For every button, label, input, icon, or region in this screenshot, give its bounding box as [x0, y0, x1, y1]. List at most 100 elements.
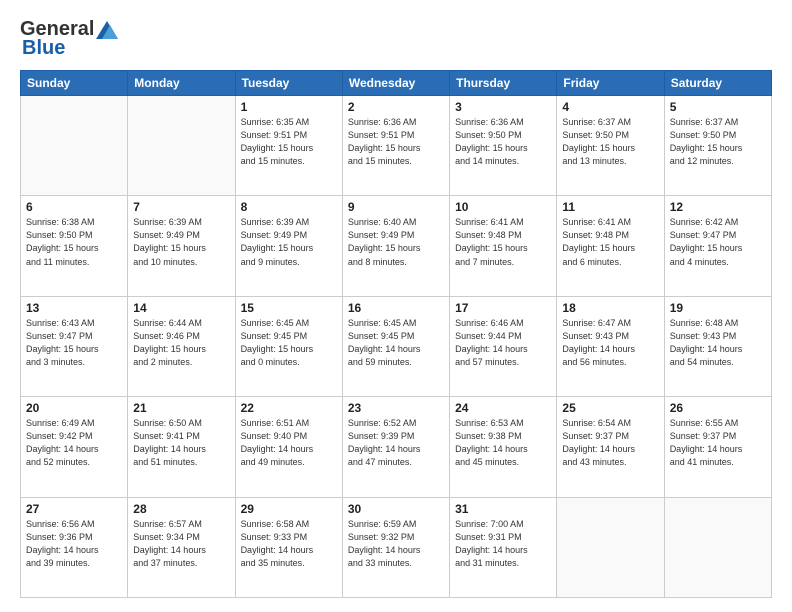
day-number: 1 — [241, 100, 337, 114]
day-info: Sunrise: 6:37 AM Sunset: 9:50 PM Dayligh… — [670, 116, 766, 168]
calendar-cell: 9 Sunrise: 6:40 AM Sunset: 9:49 PM Daylig… — [342, 196, 449, 296]
day-number: 12 — [670, 200, 766, 214]
calendar-cell: 14 Sunrise: 6:44 AM Sunset: 9:46 PM Dayli… — [128, 296, 235, 396]
day-number: 13 — [26, 301, 122, 315]
day-number: 16 — [348, 301, 444, 315]
calendar-cell: 7Sunrise: 6:39 AM Sunset: 9:49 PM Daylig… — [128, 196, 235, 296]
calendar-week-row: 13 Sunrise: 6:43 AM Sunset: 9:47 PM Dayli… — [21, 296, 772, 396]
page: General Blue SundayMondayTuesdayWednesda… — [0, 0, 792, 612]
day-info: Sunrise: 6:53 AM Sunset: 9:38 PM Dayligh… — [455, 417, 551, 469]
day-info: Sunrise: 6:45 AM Sunset: 9:45 PM Dayligh… — [241, 317, 337, 369]
day-info: Sunrise: 6:35 AM Sunset: 9:51 PM Dayligh… — [241, 116, 337, 168]
day-number: 15 — [241, 301, 337, 315]
weekday-header: Monday — [128, 71, 235, 96]
calendar-cell: 22Sunrise: 6:51 AM Sunset: 9:40 PM Dayli… — [235, 397, 342, 497]
day-info: Sunrise: 6:50 AM Sunset: 9:41 PM Dayligh… — [133, 417, 229, 469]
day-number: 22 — [241, 401, 337, 415]
calendar-table: SundayMondayTuesdayWednesdayThursdayFrid… — [20, 70, 772, 598]
weekday-header: Friday — [557, 71, 664, 96]
day-number: 14 — [133, 301, 229, 315]
weekday-header: Tuesday — [235, 71, 342, 96]
day-info: Sunrise: 7:00 AM Sunset: 9:31 PM Dayligh… — [455, 518, 551, 570]
calendar-cell — [664, 497, 771, 597]
calendar-cell: 26 Sunrise: 6:55 AM Sunset: 9:37 PM Dayli… — [664, 397, 771, 497]
day-info: Sunrise: 6:38 AM Sunset: 9:50 PM Dayligh… — [26, 216, 122, 268]
calendar-week-row: 6Sunrise: 6:38 AM Sunset: 9:50 PM Daylig… — [21, 196, 772, 296]
day-info: Sunrise: 6:42 AM Sunset: 9:47 PM Dayligh… — [670, 216, 766, 268]
day-info: Sunrise: 6:41 AM Sunset: 9:48 PM Dayligh… — [562, 216, 658, 268]
calendar-cell: 3 Sunrise: 6:36 AM Sunset: 9:50 PM Daylig… — [450, 96, 557, 196]
day-number: 24 — [455, 401, 551, 415]
calendar-cell: 5 Sunrise: 6:37 AM Sunset: 9:50 PM Daylig… — [664, 96, 771, 196]
calendar-cell: 18 Sunrise: 6:47 AM Sunset: 9:43 PM Dayli… — [557, 296, 664, 396]
day-number: 29 — [241, 502, 337, 516]
calendar-cell: 28 Sunrise: 6:57 AM Sunset: 9:34 PM Dayli… — [128, 497, 235, 597]
day-number: 26 — [670, 401, 766, 415]
calendar-cell: 12 Sunrise: 6:42 AM Sunset: 9:47 PM Dayli… — [664, 196, 771, 296]
day-info: Sunrise: 6:47 AM Sunset: 9:43 PM Dayligh… — [562, 317, 658, 369]
calendar-cell: 4Sunrise: 6:37 AM Sunset: 9:50 PM Daylig… — [557, 96, 664, 196]
day-info: Sunrise: 6:58 AM Sunset: 9:33 PM Dayligh… — [241, 518, 337, 570]
calendar-cell: 24 Sunrise: 6:53 AM Sunset: 9:38 PM Dayli… — [450, 397, 557, 497]
weekday-header: Saturday — [664, 71, 771, 96]
calendar-cell: 8Sunrise: 6:39 AM Sunset: 9:49 PM Daylig… — [235, 196, 342, 296]
calendar-cell: 10 Sunrise: 6:41 AM Sunset: 9:48 PM Dayli… — [450, 196, 557, 296]
calendar-cell: 6Sunrise: 6:38 AM Sunset: 9:50 PM Daylig… — [21, 196, 128, 296]
logo: General Blue — [20, 18, 118, 60]
day-info: Sunrise: 6:48 AM Sunset: 9:43 PM Dayligh… — [670, 317, 766, 369]
day-info: Sunrise: 6:43 AM Sunset: 9:47 PM Dayligh… — [26, 317, 122, 369]
day-info: Sunrise: 6:56 AM Sunset: 9:36 PM Dayligh… — [26, 518, 122, 570]
calendar-cell: 17 Sunrise: 6:46 AM Sunset: 9:44 PM Dayli… — [450, 296, 557, 396]
calendar-cell — [557, 497, 664, 597]
calendar-cell — [128, 96, 235, 196]
calendar-cell: 1 Sunrise: 6:35 AM Sunset: 9:51 PM Daylig… — [235, 96, 342, 196]
day-number: 18 — [562, 301, 658, 315]
calendar-cell: 25 Sunrise: 6:54 AM Sunset: 9:37 PM Dayli… — [557, 397, 664, 497]
day-number: 9 — [348, 200, 444, 214]
calendar-cell: 13 Sunrise: 6:43 AM Sunset: 9:47 PM Dayli… — [21, 296, 128, 396]
day-info: Sunrise: 6:36 AM Sunset: 9:50 PM Dayligh… — [455, 116, 551, 168]
day-number: 17 — [455, 301, 551, 315]
day-number: 23 — [348, 401, 444, 415]
day-info: Sunrise: 6:40 AM Sunset: 9:49 PM Dayligh… — [348, 216, 444, 268]
day-number: 3 — [455, 100, 551, 114]
calendar-cell: 30Sunrise: 6:59 AM Sunset: 9:32 PM Dayli… — [342, 497, 449, 597]
header: General Blue — [20, 18, 772, 60]
calendar-cell: 21 Sunrise: 6:50 AM Sunset: 9:41 PM Dayli… — [128, 397, 235, 497]
day-info: Sunrise: 6:37 AM Sunset: 9:50 PM Dayligh… — [562, 116, 658, 168]
day-info: Sunrise: 6:46 AM Sunset: 9:44 PM Dayligh… — [455, 317, 551, 369]
calendar-cell: 20 Sunrise: 6:49 AM Sunset: 9:42 PM Dayli… — [21, 397, 128, 497]
day-info: Sunrise: 6:39 AM Sunset: 9:49 PM Dayligh… — [133, 216, 229, 268]
day-number: 5 — [670, 100, 766, 114]
logo-blue-text: Blue — [20, 37, 65, 60]
day-number: 28 — [133, 502, 229, 516]
calendar-header-row: SundayMondayTuesdayWednesdayThursdayFrid… — [21, 71, 772, 96]
day-number: 27 — [26, 502, 122, 516]
day-number: 19 — [670, 301, 766, 315]
day-info: Sunrise: 6:45 AM Sunset: 9:45 PM Dayligh… — [348, 317, 444, 369]
day-info: Sunrise: 6:54 AM Sunset: 9:37 PM Dayligh… — [562, 417, 658, 469]
calendar-cell: 29 Sunrise: 6:58 AM Sunset: 9:33 PM Dayli… — [235, 497, 342, 597]
day-number: 10 — [455, 200, 551, 214]
day-number: 25 — [562, 401, 658, 415]
calendar-cell: 2 Sunrise: 6:36 AM Sunset: 9:51 PM Daylig… — [342, 96, 449, 196]
day-info: Sunrise: 6:44 AM Sunset: 9:46 PM Dayligh… — [133, 317, 229, 369]
day-info: Sunrise: 6:41 AM Sunset: 9:48 PM Dayligh… — [455, 216, 551, 268]
calendar-week-row: 27 Sunrise: 6:56 AM Sunset: 9:36 PM Dayli… — [21, 497, 772, 597]
day-number: 11 — [562, 200, 658, 214]
day-number: 20 — [26, 401, 122, 415]
day-number: 2 — [348, 100, 444, 114]
weekday-header: Thursday — [450, 71, 557, 96]
day-info: Sunrise: 6:57 AM Sunset: 9:34 PM Dayligh… — [133, 518, 229, 570]
day-info: Sunrise: 6:52 AM Sunset: 9:39 PM Dayligh… — [348, 417, 444, 469]
day-info: Sunrise: 6:36 AM Sunset: 9:51 PM Dayligh… — [348, 116, 444, 168]
day-number: 31 — [455, 502, 551, 516]
calendar-cell: 16 Sunrise: 6:45 AM Sunset: 9:45 PM Dayli… — [342, 296, 449, 396]
day-info: Sunrise: 6:55 AM Sunset: 9:37 PM Dayligh… — [670, 417, 766, 469]
weekday-header: Sunday — [21, 71, 128, 96]
calendar-cell: 15 Sunrise: 6:45 AM Sunset: 9:45 PM Dayli… — [235, 296, 342, 396]
day-info: Sunrise: 6:49 AM Sunset: 9:42 PM Dayligh… — [26, 417, 122, 469]
day-number: 8 — [241, 200, 337, 214]
day-number: 21 — [133, 401, 229, 415]
logo-icon — [96, 21, 118, 39]
